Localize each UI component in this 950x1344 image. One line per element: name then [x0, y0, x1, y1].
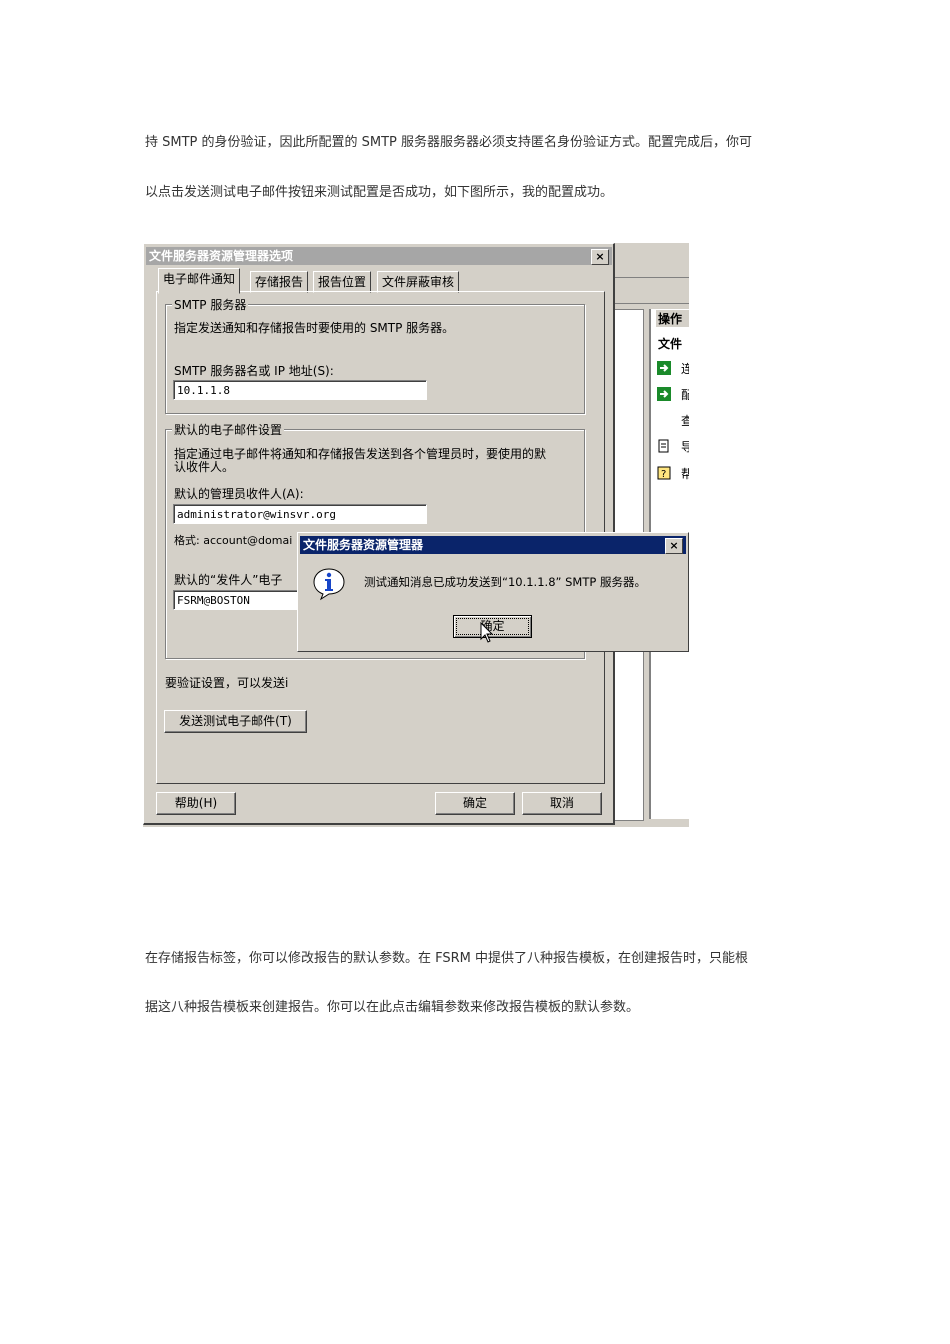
action-item-export[interactable]: 导 — [681, 438, 689, 455]
admin-recipient-label: 默认的管理员收件人(A): — [174, 487, 304, 501]
address-format-hint: 格式: account@domai — [174, 534, 293, 547]
smtp-description: 指定发送通知和存储报告时要使用的 SMTP 服务器。 — [174, 321, 455, 335]
help-icon[interactable]: ? — [657, 466, 671, 480]
background-toolbar — [614, 279, 689, 304]
arrow-right-icon[interactable] — [657, 361, 671, 375]
background-titlebar — [614, 247, 689, 278]
doc-paragraph-1-line-1: 持 SMTP 的身份验证，因此所配置的 SMTP 服务器服务器必须支持匿名身份验… — [145, 135, 753, 150]
smtp-group-legend: SMTP 服务器 — [172, 296, 249, 313]
from-address-input[interactable]: FSRM@BOSTON — [173, 590, 303, 610]
doc-paragraph-1-line-2: 以点击发送测试电子邮件按钮来测试配置是否成功，如下图所示，我的配置成功。 — [145, 185, 614, 200]
tab-file-screen-audit[interactable]: 文件屏蔽审核 — [377, 271, 460, 293]
smtp-server-label: SMTP 服务器名或 IP 地址(S): — [174, 364, 334, 378]
email-description-line-2: 认收件人。 — [174, 460, 235, 474]
smtp-server-input[interactable]: 10.1.1.8 — [173, 380, 427, 400]
doc-paragraph-2-line-1: 在存储报告标签，你可以修改报告的默认参数。在 FSRM 中提供了八种报告模板，在… — [145, 951, 749, 966]
cancel-button[interactable]: 取消 — [522, 792, 602, 815]
action-item-connect[interactable]: 连 — [681, 360, 689, 377]
svg-text:?: ? — [661, 469, 666, 480]
tab-email-notification[interactable]: 电子邮件通知 — [158, 268, 241, 294]
options-dialog-titlebar: 文件服务器资源管理器选项 × — [146, 247, 612, 265]
ok-button[interactable]: 确定 — [435, 792, 515, 815]
close-icon[interactable]: × — [665, 538, 683, 554]
doc-paragraph-2-line-2: 据这八种报告模板来创建报告。你可以在此点击编辑参数来修改报告模板的默认参数。 — [145, 1000, 640, 1015]
mouse-cursor-icon — [480, 622, 494, 643]
actions-header: 操作 — [656, 310, 689, 327]
action-item-configure[interactable]: 配 — [681, 386, 689, 403]
tab-report-locations[interactable]: 报告位置 — [313, 271, 372, 293]
message-box-title: 文件服务器资源管理器 — [303, 538, 424, 552]
from-address-label: 默认的“发件人”电子 — [174, 573, 283, 587]
close-icon[interactable]: × — [591, 249, 609, 265]
info-icon — [313, 568, 345, 601]
options-dialog-title: 文件服务器资源管理器选项 — [149, 249, 294, 263]
export-icon[interactable] — [657, 439, 671, 453]
tab-storage-reports[interactable]: 存储报告 — [250, 271, 309, 293]
smtp-server-group: SMTP 服务器 指定发送通知和存储报告时要使用的 SMTP 服务器。 SMTP… — [165, 296, 585, 414]
admin-recipient-input[interactable]: administrator@winsvr.org — [173, 504, 427, 524]
message-box-titlebar: 文件服务器资源管理器 × — [300, 536, 686, 554]
arrow-right-icon[interactable] — [657, 387, 671, 401]
action-item-view[interactable]: 查 — [681, 412, 689, 429]
email-group-legend: 默认的电子邮件设置 — [172, 421, 285, 438]
help-button[interactable]: 帮助(H) — [156, 792, 236, 815]
send-test-email-button[interactable]: 发送测试电子邮件(T) — [164, 710, 307, 733]
message-box: 文件服务器资源管理器 × 测试通知消息已成功发送到“10.1.1.8” SMTP… — [297, 532, 689, 652]
screenshot-figure: 操作 文件 连 配 查 导 ? 帮 文件服务器资源管理器选项 × 电子邮件通知 … — [143, 243, 689, 827]
action-item-help[interactable]: 帮 — [681, 465, 689, 482]
message-text: 测试通知消息已成功发送到“10.1.1.8” SMTP 服务器。 — [364, 575, 646, 589]
actions-file-header: 文件 — [658, 337, 683, 351]
verify-settings-text: 要验证设置，可以发送i — [165, 676, 289, 690]
